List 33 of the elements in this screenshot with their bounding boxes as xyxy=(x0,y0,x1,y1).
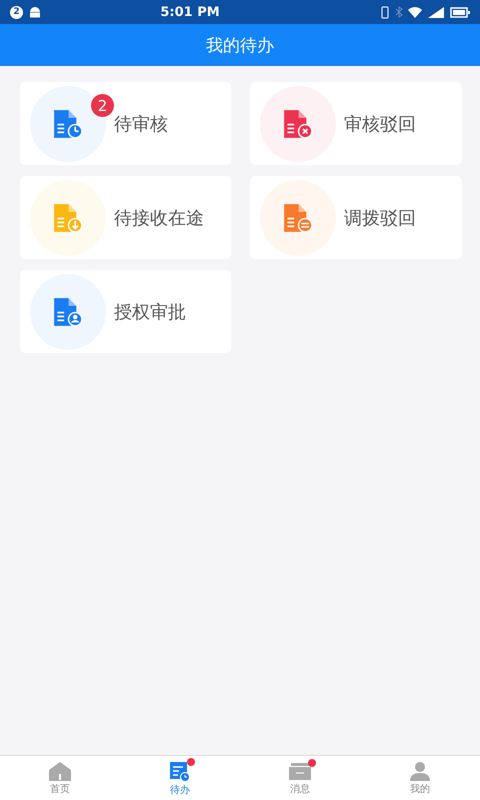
nav-tab[interactable]: 消息 xyxy=(240,756,360,800)
task-label: 授权审批 xyxy=(114,300,186,324)
signal-icon xyxy=(428,6,444,18)
document-icon xyxy=(283,202,313,232)
bluetooth-icon xyxy=(395,6,403,18)
nav-tab[interactable]: 首页 xyxy=(0,756,120,800)
notification-badge: 2 xyxy=(10,6,23,18)
android-icon xyxy=(29,6,41,18)
document-icon xyxy=(53,202,83,232)
task-label: 待接收在途 xyxy=(114,206,204,230)
document-icon xyxy=(283,108,313,138)
person-icon xyxy=(408,760,432,780)
wifi-icon xyxy=(408,6,422,18)
home-icon xyxy=(48,760,72,780)
task-card[interactable]: 调拨驳回 xyxy=(250,176,462,259)
task-card[interactable]: 授权审批 xyxy=(20,270,231,353)
count-badge: 2 xyxy=(91,94,114,117)
task-card[interactable]: 待审核 2 xyxy=(20,82,231,165)
document-icon xyxy=(169,760,191,782)
page-title: 我的待办 xyxy=(206,34,274,56)
task-label: 待审核 xyxy=(114,112,168,136)
task-label: 调拨驳回 xyxy=(344,206,416,230)
document-icon xyxy=(53,296,83,326)
inbox-icon xyxy=(288,760,312,780)
task-card[interactable]: 待接收在途 xyxy=(20,176,231,259)
vibrate-icon xyxy=(379,6,391,18)
task-card[interactable]: 审核驳回 xyxy=(250,82,462,165)
battery-icon xyxy=(450,6,470,18)
clock-text: 5:01 PM xyxy=(159,4,221,20)
nav-tab[interactable]: 待办 xyxy=(120,756,240,800)
document-icon xyxy=(53,108,83,138)
task-label: 审核驳回 xyxy=(344,112,416,136)
nav-tab[interactable]: 我的 xyxy=(360,756,480,800)
